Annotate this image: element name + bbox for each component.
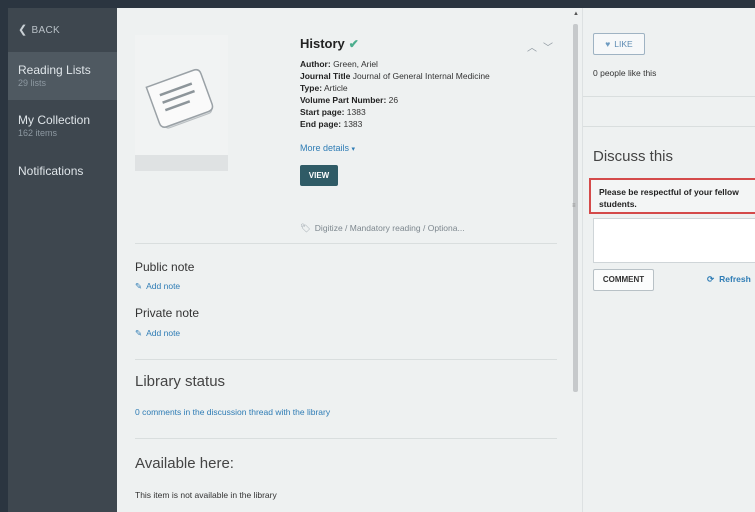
scrollbar[interactable]: ▲ ≡ [570,8,582,512]
social-panel: ♥ LIKE 0 people like this Discuss this Pl… [582,8,755,512]
sidebar-item-label: Reading Lists [18,63,91,77]
divider [583,126,755,127]
pencil-icon: ✎ [135,281,143,291]
available-here-heading: Available here: [135,455,234,472]
sidebar-item-label: Notifications [18,164,84,178]
item-nav-arrows: ︿﹀ [527,39,559,54]
item-detail: History ✔ ︿﹀ Author: Green, Ariel Journal… [117,8,570,512]
item-title-text: History [300,36,345,51]
public-note-label: Public note [135,260,195,274]
meta-value: Article [323,83,348,93]
meta-label: Volume Part Number: [300,95,387,105]
sidebar: ❮ BACK Reading Lists 29 lists My Collecti… [8,8,117,512]
heart-icon: ♥ [605,39,611,49]
meta-journal: Journal Title Journal of General Interna… [300,71,490,81]
sidebar-item-reading-lists[interactable]: Reading Lists 29 lists [8,52,117,100]
back-chevron-icon: ❮ [18,24,28,36]
private-note-label: Private note [135,306,200,320]
meta-value: Green, Ariel [333,59,378,69]
meta-label: Start page: [300,107,345,117]
item-thumbnail [135,35,228,171]
app-frame: ❮ BACK Reading Lists 29 lists My Collecti… [8,8,755,512]
respect-warning: Please be respectful of your fellow stud… [589,178,755,214]
chevron-down-icon[interactable]: ﹀ [543,43,559,54]
divider [583,96,755,97]
sidebar-item-notifications[interactable]: Notifications [8,158,117,188]
item-title: History ✔ [300,36,359,51]
back-label: BACK [31,25,60,36]
likes-count: 0 people like this [593,68,657,78]
divider [135,359,557,360]
tags-text[interactable]: Digitize / Mandatory reading / Optiona..… [315,223,465,233]
comment-button[interactable]: COMMENT [593,269,654,291]
more-details-link[interactable]: More details ▾ [300,143,355,153]
sidebar-item-count: 162 items [18,128,58,138]
chevron-up-icon[interactable]: ︿ [527,43,543,54]
meta-type: Type: Article [300,83,348,93]
availability-text: This item is not available in the librar… [135,490,277,500]
sidebar-item-label: My Collection [18,113,91,127]
meta-value: 1383 [343,119,363,129]
refresh-icon: ⟳ [707,274,715,284]
library-status-heading: Library status [135,373,226,390]
back-button[interactable]: ❮ BACK [18,23,60,36]
meta-end-page: End page: 1383 [300,119,362,129]
add-private-note-link[interactable]: ✎ Add note [135,328,180,339]
warning-text: Please be respectful of your fellow stud… [599,187,739,209]
meta-author: Author: Green, Ariel [300,59,378,69]
add-note-label: Add note [146,281,181,291]
add-note-label: Add note [146,328,181,338]
add-public-note-link[interactable]: ✎ Add note [135,281,180,292]
document-icon [145,68,214,129]
meta-label: End page: [300,119,342,129]
pencil-icon: ✎ [135,328,143,338]
meta-label: Author: [300,59,331,69]
divider [135,243,557,244]
meta-start-page: Start page: 1383 [300,107,366,117]
sidebar-item-my-collection[interactable]: My Collection 162 items [8,108,117,148]
scroll-up-arrow-icon[interactable]: ▲ [573,11,579,17]
library-comments-link[interactable]: 0 comments in the discussion thread with… [135,407,330,417]
meta-label: Journal Title [300,71,351,81]
meta-volume: Volume Part Number: 26 [300,95,398,105]
like-button[interactable]: ♥ LIKE [593,33,645,55]
discuss-heading: Discuss this [593,148,674,165]
chevron-down-icon: ▾ [351,146,356,153]
meta-value: Journal of General Internal Medicine [352,71,490,81]
like-label: LIKE [614,39,633,49]
view-button[interactable]: VIEW [300,165,338,186]
divider [135,438,557,439]
meta-value: 26 [388,95,399,105]
tags-row: 🏷 Digitize / Mandatory reading / Optiona.… [300,223,465,234]
more-details-label: More details [300,143,350,153]
check-icon: ✔ [348,37,359,51]
meta-label: Type: [300,83,323,93]
refresh-button[interactable]: ⟳ Refresh [707,274,751,285]
tag-icon: 🏷 [300,223,311,233]
meta-value: 1383 [346,107,366,117]
comment-input[interactable] [593,218,755,263]
sidebar-item-count: 29 lists [18,78,47,88]
refresh-label: Refresh [719,274,751,284]
scroll-grip-icon: ≡ [572,203,576,209]
